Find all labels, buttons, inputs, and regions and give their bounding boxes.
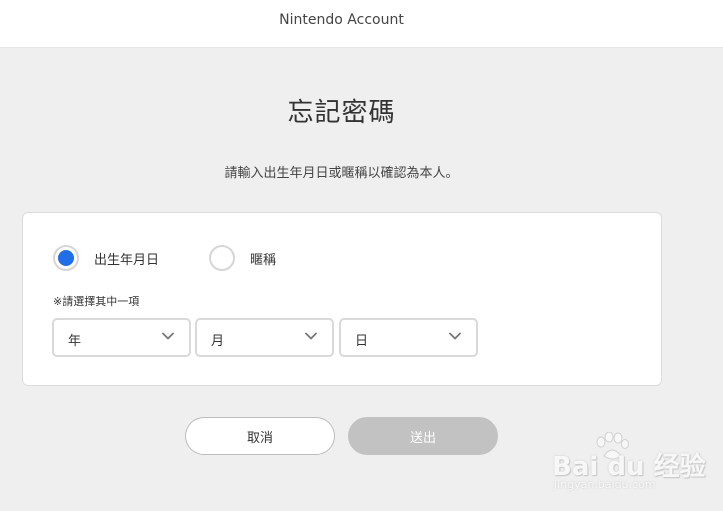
radio-birthday-label: 出生年月日 [94, 252, 160, 268]
year-select[interactable]: 年 [52, 318, 191, 357]
month-select-value: 月 [211, 334, 225, 349]
day-select-value: 日 [355, 334, 369, 349]
verification-card: 出生年月日 暱稱 ※請選擇其中一項 年 月 日 [22, 212, 662, 386]
month-select[interactable]: 月 [195, 318, 334, 357]
day-select[interactable]: 日 [339, 318, 478, 357]
submit-button[interactable]: 送出 [348, 417, 498, 455]
top-header: Nintendo Account [0, 0, 723, 48]
page-title: 忘記密碼 [287, 98, 396, 128]
year-select-value: 年 [68, 334, 82, 349]
instruction-text: 請輸入出生年月日或暱稱以確認為本人。 [224, 166, 459, 181]
chevron-down-icon [449, 332, 461, 340]
watermark-url: jingyan.baidu.com [554, 478, 656, 491]
nintendo-account-brand: Nintendo Account [279, 12, 404, 28]
selection-note: ※請選擇其中一項 [53, 295, 140, 308]
radio-nickname-label: 暱稱 [250, 252, 277, 268]
cancel-button[interactable]: 取消 [185, 417, 335, 455]
chevron-down-icon [305, 332, 317, 340]
radio-birthday[interactable]: 出生年月日 [53, 243, 159, 273]
radio-unselected-icon[interactable] [209, 245, 235, 271]
radio-selected-icon[interactable] [53, 245, 79, 271]
chevron-down-icon [162, 332, 174, 340]
baidu-watermark: Bai du 经验 jingyan.baidu.com [552, 432, 712, 494]
radio-nickname[interactable]: 暱稱 [209, 243, 276, 273]
